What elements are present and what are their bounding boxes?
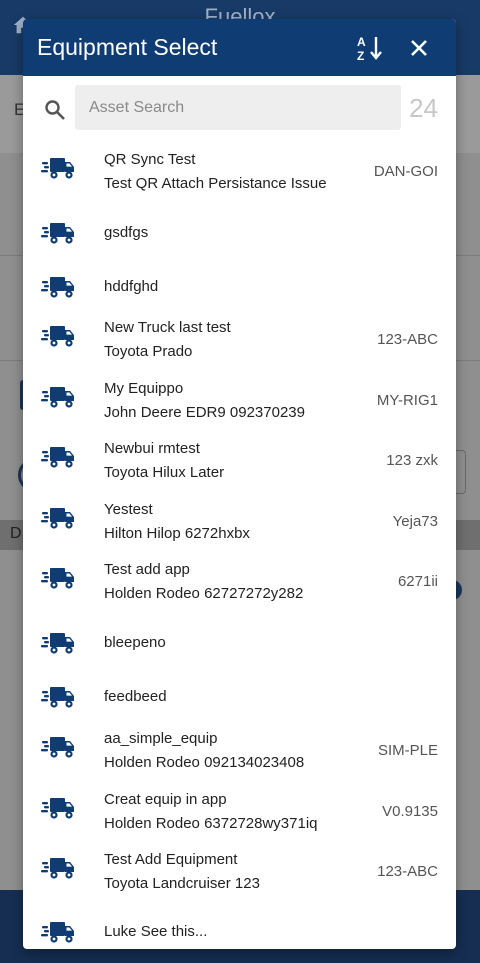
- truck-icon: [41, 383, 76, 411]
- app-partial-label: D: [10, 525, 22, 542]
- equipment-detail: Toyota Prado: [104, 343, 193, 360]
- equipment-item[interactable]: Test Add Equipment Toyota Landcruiser 123…: [23, 844, 456, 904]
- equipment-item[interactable]: New Truck last test Toyota Prado 123-ABC: [23, 312, 456, 372]
- equipment-item[interactable]: Luke See this...: [23, 906, 456, 949]
- equipment-code: 6271ii: [397, 573, 438, 590]
- equipment-item[interactable]: My Equippo John Deere EDR9 092370239 MY-RI…: [23, 373, 456, 433]
- equipment-name: Yestest: [104, 501, 153, 518]
- equipment-detail: Toyota Hilux Later: [104, 464, 225, 481]
- sort-alpha-icon[interactable]: A Z: [356, 33, 386, 63]
- equipment-name: bleepeno: [104, 634, 166, 651]
- truck-icon: [41, 219, 76, 247]
- equipment-code: V0.9135: [382, 803, 438, 820]
- equipment-select-dialog: Equipment Select A Z 24 QR Sync Test Test…: [23, 19, 456, 949]
- equipment-detail: John Deere EDR9 092370239: [104, 404, 305, 421]
- svg-text:Z: Z: [357, 49, 364, 63]
- svg-text:A: A: [357, 35, 366, 49]
- search-row: 24: [23, 76, 456, 144]
- dialog-header: Equipment Select A Z: [23, 19, 456, 76]
- equipment-detail: Holden Rodeo 6372728wy371iq: [104, 815, 318, 832]
- truck-icon: [41, 629, 76, 657]
- asset-search-input[interactable]: [75, 85, 401, 130]
- result-count: 24: [409, 93, 438, 123]
- search-icon: [45, 100, 65, 120]
- truck-icon: [41, 683, 76, 711]
- truck-icon: [41, 154, 76, 182]
- equipment-code: 123 zxk: [386, 452, 438, 469]
- truck-icon: [41, 854, 76, 882]
- close-icon[interactable]: [404, 33, 434, 63]
- truck-icon: [41, 733, 76, 761]
- equipment-item[interactable]: feedbeed: [23, 671, 456, 725]
- equipment-name: Test add app: [104, 561, 190, 578]
- equipment-code: DAN-GOI: [373, 163, 438, 180]
- equipment-detail: Holden Rodeo 092134023408: [104, 754, 305, 771]
- truck-icon: [41, 564, 76, 592]
- equipment-name: Test Add Equipment: [104, 851, 238, 868]
- equipment-item[interactable]: hddfghd: [23, 261, 456, 315]
- equipment-item[interactable]: Creat equip in app Holden Rodeo 6372728wy…: [23, 784, 456, 844]
- equipment-name: Creat equip in app: [104, 791, 227, 808]
- equipment-detail: Holden Rodeo 62727272y282: [104, 585, 304, 602]
- equipment-name: gsdfgs: [104, 224, 149, 241]
- equipment-item[interactable]: bleepeno: [23, 617, 456, 671]
- equipment-item[interactable]: aa_simple_equip Holden Rodeo 092134023408…: [23, 723, 456, 783]
- truck-icon: [41, 504, 76, 532]
- equipment-name: Newbui rmtest: [104, 440, 200, 457]
- equipment-item[interactable]: gsdfgs: [23, 207, 456, 261]
- dialog-title: Equipment Select: [37, 34, 218, 60]
- equipment-name: aa_simple_equip: [104, 730, 218, 747]
- equipment-code: Yeja73: [392, 513, 438, 530]
- equipment-name: Luke See this...: [104, 923, 208, 940]
- truck-icon: [41, 794, 76, 822]
- equipment-item[interactable]: QR Sync Test Test QR Attach Persistance I…: [23, 144, 456, 204]
- equipment-item[interactable]: Test add app Holden Rodeo 62727272y282 627…: [23, 554, 456, 614]
- equipment-code: 123-ABC: [377, 331, 438, 348]
- equipment-code: MY-RIG1: [376, 392, 438, 409]
- equipment-code: SIM-PLE: [377, 742, 438, 759]
- equipment-detail: Test QR Attach Persistance Issue: [104, 175, 327, 192]
- equipment-name: feedbeed: [104, 688, 167, 705]
- equipment-name: hddfghd: [104, 278, 159, 295]
- equipment-detail: Toyota Landcruiser 123: [104, 875, 260, 892]
- equipment-code: 123-ABC: [377, 863, 438, 880]
- equipment-item[interactable]: Yestest Hilton Hilop 6272hxbx Yeja73: [23, 494, 456, 554]
- truck-icon: [41, 918, 76, 946]
- truck-icon: [41, 322, 76, 350]
- truck-icon: [41, 273, 76, 301]
- equipment-item[interactable]: Newbui rmtest Toyota Hilux Later 123 zxk: [23, 433, 456, 493]
- equipment-name: QR Sync Test: [104, 151, 196, 168]
- truck-icon: [41, 443, 76, 471]
- equipment-name: My Equippo: [104, 380, 184, 397]
- equipment-detail: Hilton Hilop 6272hxbx: [104, 525, 250, 542]
- app-partial-input: [455, 450, 466, 494]
- equipment-name: New Truck last test: [104, 319, 231, 336]
